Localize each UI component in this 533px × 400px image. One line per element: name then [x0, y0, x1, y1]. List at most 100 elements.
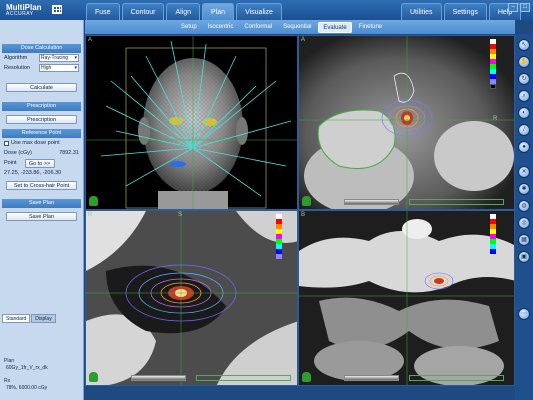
app-sub: ACCURAY [6, 11, 34, 17]
plan-info: Plan 60Gy_1fr_V_rx_dk Rx 78%, 6000.00 cG… [4, 358, 48, 392]
hand-icon[interactable]: ✋ [518, 56, 530, 68]
set-crosshair-button[interactable]: Set to Cross-hair Point [6, 181, 77, 190]
viewport-3d[interactable]: A [85, 35, 298, 210]
beam-icon[interactable]: ✱ [518, 183, 530, 195]
prescription-button[interactable]: Prescription [6, 115, 77, 124]
coronal-slice [86, 211, 297, 385]
point-label: Point [4, 160, 17, 166]
tab-settings[interactable]: Settings [443, 3, 487, 20]
target-icon[interactable]: ◎ [518, 217, 530, 229]
subtab-isocentric[interactable]: Isocentric [204, 22, 238, 33]
subtab-setup[interactable]: Setup [177, 22, 201, 33]
save-plan-button[interactable]: Save Plan [6, 212, 77, 221]
dose-colorbar [490, 214, 496, 254]
contour-icon[interactable]: ● [518, 141, 530, 153]
screenshot-icon[interactable]: ▣ [518, 251, 530, 263]
zoom-icon[interactable]: ⌕ [518, 90, 530, 102]
window-level-icon[interactable]: ◐ [518, 107, 530, 119]
goto-button[interactable]: Go to >> [24, 158, 55, 168]
top-bar: MultiPlan ACCURAY Fuse Contour Align Pla… [0, 0, 533, 20]
dose-colorbar [490, 39, 496, 89]
tab-contour[interactable]: Contour [121, 3, 165, 20]
resolution-row: Resolution High [0, 63, 83, 73]
window-slider[interactable] [344, 199, 399, 205]
orientation-icon [302, 372, 311, 382]
rx-label: Rx [4, 378, 11, 384]
tab-fuse[interactable]: Fuse [86, 3, 120, 20]
dose-label: Dose (cGy) [4, 150, 32, 156]
use-max-checkbox[interactable] [4, 140, 9, 146]
subtab-conformal[interactable]: Conformal [240, 22, 276, 33]
resolution-label: Resolution [4, 65, 30, 71]
subtab-evaluate[interactable]: Evaluate [318, 21, 352, 33]
tab-align[interactable]: Align [166, 3, 201, 20]
reference-point-header: Reference Point [2, 129, 81, 138]
viewport-coronal-marker: S [178, 212, 183, 218]
viewport-axial-marker: R [493, 116, 498, 122]
coords-row: 27.25, -233.86, -206.30 [0, 168, 83, 178]
axial-slice [299, 36, 514, 209]
app-logo: MultiPlan ACCURAY [6, 4, 42, 18]
calculate-button[interactable]: Calculate [6, 83, 77, 92]
orientation-icon [89, 372, 98, 382]
right-toolbar: ↖ ✋ ↻ ⌕ ◐ / ● ✕ ✱ ◍ ◎ ▦ ▣ ⋯ [515, 34, 533, 400]
viewport-3d-label: A [88, 37, 93, 43]
slice-scrollbar[interactable] [409, 199, 504, 205]
save-plan-header: Save Plan [2, 199, 81, 208]
orientation-icon [302, 196, 311, 206]
tab-plan[interactable]: Plan [202, 3, 235, 20]
rotate-icon[interactable]: ↻ [518, 73, 530, 85]
tab-display[interactable]: Display [31, 314, 56, 323]
prescription-header: Prescription [2, 102, 81, 111]
visibility-icon[interactable]: ✕ [518, 166, 530, 178]
dose-colorbar [276, 214, 282, 259]
layout-icon[interactable]: ▦ [518, 234, 530, 246]
status-strip [85, 386, 515, 400]
cursor-icon[interactable]: ↖ [518, 39, 530, 51]
main-tabs: Fuse Contour Align Plan Visualize [86, 3, 282, 20]
tab-utilities[interactable]: Utilities [401, 3, 442, 20]
window-slider[interactable] [131, 375, 186, 381]
slice-scrollbar[interactable] [196, 375, 291, 381]
measure-icon[interactable]: / [518, 124, 530, 136]
tab-standard[interactable]: Standard [2, 314, 31, 323]
use-max-row: Use max dose point [0, 138, 83, 148]
use-max-label: Use max dose point [11, 140, 60, 146]
target-structure [170, 161, 186, 167]
coords-value: 27.25, -233.86, -206.30 [4, 170, 62, 176]
head-render [86, 36, 297, 209]
right-tabs: Utilities Settings Help [401, 3, 522, 20]
algorithm-select[interactable]: Ray-Tracing [39, 54, 79, 62]
point-row: Point Go to >> [0, 158, 83, 168]
resolution-select[interactable]: High [39, 64, 79, 72]
subtab-finetune[interactable]: Finetune [355, 22, 386, 33]
viewport-coronal[interactable]: R S [85, 210, 298, 386]
maximize-button[interactable]: □ [520, 3, 530, 12]
viewport-sagittal-label: B [301, 212, 306, 218]
slice-scrollbar[interactable] [409, 375, 504, 381]
sagittal-slice [299, 211, 514, 385]
plan-label: Plan [4, 358, 15, 364]
algorithm-label: Algorithm [4, 55, 28, 61]
orientation-icon [89, 196, 98, 206]
viewport-axial-label: A [301, 37, 306, 43]
viewport-sagittal[interactable]: B [298, 210, 515, 386]
window-slider[interactable] [344, 375, 399, 381]
grid-icon[interactable] [52, 5, 62, 14]
plan-name: 60Gy_1fr_V_rx_dk [6, 365, 48, 371]
minimize-button[interactable]: – [508, 3, 518, 12]
window-controls: – □ [508, 3, 530, 12]
tab-visualize[interactable]: Visualize [236, 3, 282, 20]
rx-value: 78%, 6000.00 cGy [6, 385, 48, 391]
dose-value: 7892.31 [59, 150, 79, 156]
subtab-sequential[interactable]: Sequential [279, 22, 315, 33]
sub-tab-bar: Setup Isocentric Conformal Sequential Ev… [85, 20, 515, 34]
viewport-axial[interactable]: A R [298, 35, 515, 210]
dose-icon[interactable]: ◍ [518, 200, 530, 212]
algorithm-row: Algorithm Ray-Tracing [0, 53, 83, 63]
left-panel: Dose Calculation Algorithm Ray-Tracing R… [0, 20, 84, 400]
help-icon[interactable]: ⋯ [518, 308, 530, 320]
panel-tabs: Standard Display [2, 314, 56, 323]
dose-calculation-header: Dose Calculation [2, 44, 81, 53]
dose-row: Dose (cGy) 7892.31 [0, 148, 83, 158]
